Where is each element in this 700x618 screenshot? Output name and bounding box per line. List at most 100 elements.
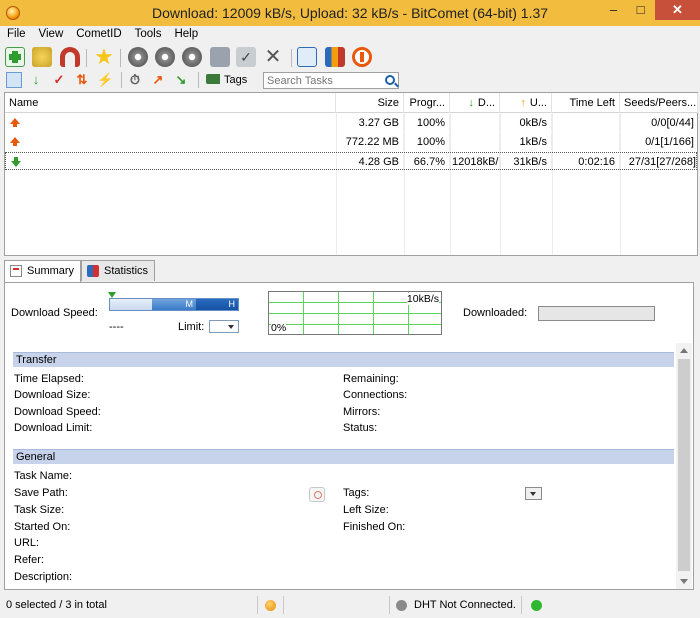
delete-icon[interactable]: ✕ [263, 47, 283, 67]
menu-help[interactable]: Help [167, 26, 204, 40]
time-elapsed-label: Time Elapsed: [14, 373, 84, 385]
dht-status[interactable]: DHT Not Connected. [390, 596, 522, 614]
speed-limit-slider[interactable]: M H [108, 292, 239, 311]
stop-icon[interactable] [155, 47, 175, 67]
tags-button-label: Tags [224, 74, 248, 86]
statistics-icon [87, 265, 99, 277]
tasks-queue-icon[interactable]: ⚡ [97, 72, 113, 88]
uploading-filter-icon[interactable]: ⇅ [74, 72, 90, 88]
dht-status-icon [396, 600, 407, 611]
title-bar: Download: 12009 kB/s, Upload: 32 kB/s - … [0, 0, 700, 26]
task-row[interactable]: 772.22 MB 100% 1kB/s 0/1[1/166] [5, 133, 697, 151]
completed-filter-icon[interactable]: ✓ [51, 72, 67, 88]
options-icon[interactable] [297, 47, 317, 67]
tags-label: Tags: [343, 487, 370, 499]
limit-dropdown[interactable] [209, 320, 239, 333]
menu-cometid[interactable]: CometID [69, 26, 127, 40]
scroll-thumb[interactable] [678, 359, 690, 571]
cometid-status[interactable] [258, 596, 284, 614]
tags-dropdown[interactable] [525, 487, 542, 500]
status-bar: 0 selected / 3 in total DHT Not Connecte… [0, 592, 700, 618]
column-size[interactable]: Size [336, 93, 404, 113]
download-size-label: Download Size: [14, 389, 91, 401]
general-section-header: General [13, 449, 674, 464]
menu-bar: File View CometID Tools Help [0, 26, 700, 44]
download-speed-label: Download Speed: [11, 307, 98, 319]
window-title: Download: 12009 kB/s, Upload: 32 kB/s - … [151, 5, 549, 21]
tab-summary-label: Summary [27, 265, 75, 277]
minimize-button[interactable]: – [600, 0, 627, 20]
column-progress[interactable]: Progr... [404, 93, 450, 113]
menu-tools[interactable]: Tools [128, 26, 168, 40]
scroll-up-icon[interactable] [680, 348, 688, 353]
column-seeds-peers[interactable]: Seeds/Peers... [620, 93, 698, 113]
open-folder-icon[interactable] [210, 47, 230, 67]
task-download-speed [450, 114, 500, 132]
download-limit-label: Download Limit: [14, 422, 93, 434]
schedule-icon[interactable]: ⏱ [127, 72, 143, 88]
menu-view[interactable]: View [32, 26, 70, 40]
tags-button[interactable]: Tags [206, 72, 247, 89]
column-time-left[interactable]: Time Left [552, 93, 620, 113]
task-seeds-peers: 27/31[27/268] [628, 156, 696, 168]
preview-icon[interactable] [182, 47, 202, 67]
tab-statistics-label: Statistics [104, 265, 149, 277]
filter-toolbar: ↓ ✓ ⇅ ⚡ ⏱ ↗ ↘ Tags [0, 70, 700, 92]
scroll-down-icon[interactable] [680, 579, 688, 584]
task-name [25, 114, 336, 132]
column-download-speed[interactable]: ↓ D... [450, 93, 500, 113]
task-name [26, 153, 337, 171]
tab-summary[interactable]: Summary [4, 260, 82, 283]
transfer-section-header: Transfer [13, 352, 674, 367]
power-icon[interactable] [352, 47, 372, 67]
toolbar-separator [120, 49, 121, 67]
all-tasks-icon[interactable] [6, 72, 22, 88]
task-download-speed: 12018kB/s [450, 153, 500, 171]
properties-icon[interactable]: ✓ [236, 47, 256, 67]
menu-file[interactable]: File [0, 26, 32, 40]
task-name-label: Task Name: [14, 470, 73, 482]
transfer-download-speed-label: Download Speed: [14, 406, 101, 418]
task-row[interactable]: 3.27 GB 100% 0kB/s 0/0[0/44] [5, 114, 697, 132]
start-icon[interactable] [128, 47, 148, 67]
tag-icon [206, 74, 220, 84]
task-list[interactable]: Name Size Progr... ↓ D... ↑ U... Time Left… [4, 92, 698, 256]
summary-scrollbar[interactable] [676, 343, 692, 589]
import-icon[interactable]: ↗ [150, 72, 166, 88]
downloading-filter-icon[interactable]: ↓ [28, 72, 44, 88]
new-task-icon[interactable] [5, 47, 25, 67]
column-name[interactable]: Name [5, 93, 336, 113]
open-torrent-icon[interactable] [32, 47, 52, 67]
favorite-star-icon[interactable]: ★ [94, 46, 114, 68]
toolbar-separator [291, 49, 292, 67]
slider-handle[interactable] [108, 292, 116, 298]
task-progress: 100% [404, 133, 450, 151]
close-button[interactable]: ✕ [655, 0, 700, 20]
magnet-link-icon[interactable] [60, 47, 80, 67]
search-icon[interactable] [385, 75, 395, 85]
tab-statistics[interactable]: Statistics [81, 260, 156, 281]
detail-tabs: Summary Statistics [4, 260, 698, 283]
download-task-icon [11, 157, 21, 167]
search-input[interactable] [264, 73, 382, 88]
task-time-left [552, 114, 620, 132]
toolbar-separator [121, 72, 122, 88]
export-icon[interactable]: ↘ [173, 72, 189, 88]
statistics-chart-icon[interactable] [325, 47, 345, 67]
network-status[interactable] [522, 596, 550, 614]
toolbar-separator [86, 49, 87, 67]
upload-task-icon [10, 118, 20, 127]
graph-max-label: 10kB/s [406, 293, 439, 305]
dht-status-label: DHT Not Connected. [414, 599, 516, 611]
browse-folder-button[interactable] [309, 487, 325, 502]
task-progress: 66.7% [404, 153, 450, 171]
maximize-button[interactable]: □ [627, 0, 654, 20]
limit-label: Limit: [178, 321, 205, 333]
downloaded-label: Downloaded: [463, 307, 528, 319]
column-upload-speed[interactable]: ↑ U... [500, 93, 552, 113]
search-box[interactable] [263, 72, 399, 89]
task-row-selected[interactable]: 4.28 GB 66.7% 12018kB/s 31kB/s 0:02:16 2… [5, 152, 697, 171]
task-name [25, 133, 336, 151]
task-time-left [552, 133, 620, 151]
upload-task-icon [10, 137, 20, 146]
